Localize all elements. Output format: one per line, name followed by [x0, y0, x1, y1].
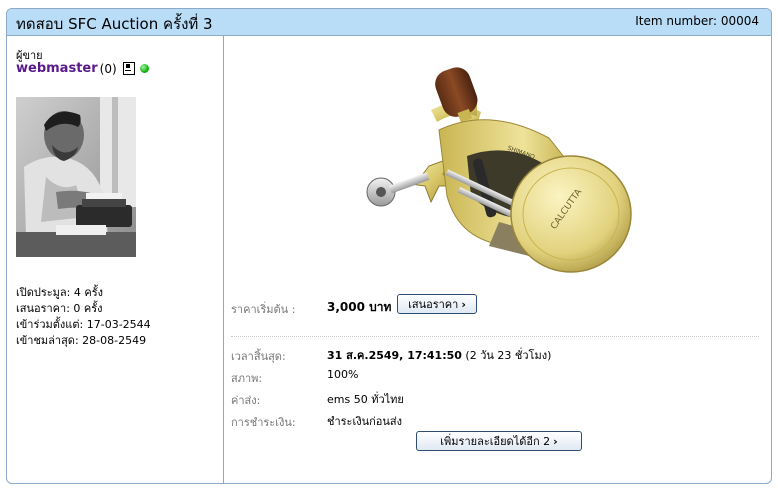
end-time: 31 ส.ค.2549, 17:41:50 (2 วัน 23 ชั่วโมง)	[327, 346, 551, 364]
payment-value: ชำระเงินก่อนส่ง	[327, 415, 402, 428]
online-status-icon	[139, 64, 149, 73]
chevron-right-icon: ›	[553, 435, 558, 448]
end-time-value: 31 ส.ค.2549, 17:41:50	[327, 349, 462, 362]
seller-name-link[interactable]: webmaster	[16, 61, 98, 76]
condition-label: สภาพ:	[231, 372, 263, 385]
seller-score[interactable]: (0)	[100, 62, 117, 76]
stat-joined: เข้าร่วมตั้งแต่: 17-03-2544	[16, 318, 151, 331]
stat-last-visit: เข้าชมล่าสุด: 28-08-2549	[16, 334, 147, 347]
seller-info: webmaster (0)	[16, 61, 149, 76]
section-divider	[231, 336, 759, 337]
shipping-value: ems 50 ทั่วไทย	[327, 393, 404, 406]
end-time-label: เวลาสิ้นสุด:	[231, 350, 286, 363]
bid-button-label: เสนอราคา	[408, 298, 459, 311]
start-price-label: ราคาเริ่มต้น :	[231, 303, 296, 316]
more-details-button[interactable]: เพิ่มรายละเอียดได้อีก 2 ›	[416, 431, 582, 451]
avatar-photo	[16, 97, 136, 257]
header-bar: ทดสอบ SFC Auction ครั้งที่ 3 Item number…	[7, 9, 771, 36]
seller-stats: เปิดประมูล: 4 ครั้ง เสนอราคา: 0 ครั้ง เข…	[16, 285, 151, 349]
seller-avatar	[16, 97, 136, 257]
item-number: Item number: 00004	[635, 14, 759, 28]
payment-label: การชำระเงิน:	[231, 416, 296, 429]
end-time-remaining: (2 วัน 23 ชั่วโมง)	[465, 349, 552, 362]
stat-bids: เสนอราคา: 0 ครั้ง	[16, 302, 103, 315]
auction-panel: ทดสอบ SFC Auction ครั้งที่ 3 Item number…	[6, 8, 772, 484]
shipping-label: ค่าส่ง:	[231, 394, 261, 407]
bid-button[interactable]: เสนอราคา ›	[397, 294, 477, 314]
more-details-label: เพิ่มรายละเอียดได้อีก 2	[440, 435, 551, 448]
product-image: CALCUTTA SHIMANO	[359, 46, 637, 284]
page-title: ทดสอบ SFC Auction ครั้งที่ 3	[16, 15, 213, 33]
condition-value: 100%	[327, 368, 359, 381]
stat-opened: เปิดประมูล: 4 ครั้ง	[16, 286, 104, 299]
contact-card-icon[interactable]	[122, 62, 135, 75]
chevron-right-icon: ›	[461, 298, 466, 311]
fishing-reel-image: CALCUTTA SHIMANO	[366, 67, 632, 273]
column-divider	[223, 36, 224, 483]
seller-sidebar: ผู้ขาย webmaster (0) เปิดประมูล: 4 ครั้ง…	[7, 36, 223, 483]
start-price-value: 3,000 บาท	[327, 300, 392, 314]
